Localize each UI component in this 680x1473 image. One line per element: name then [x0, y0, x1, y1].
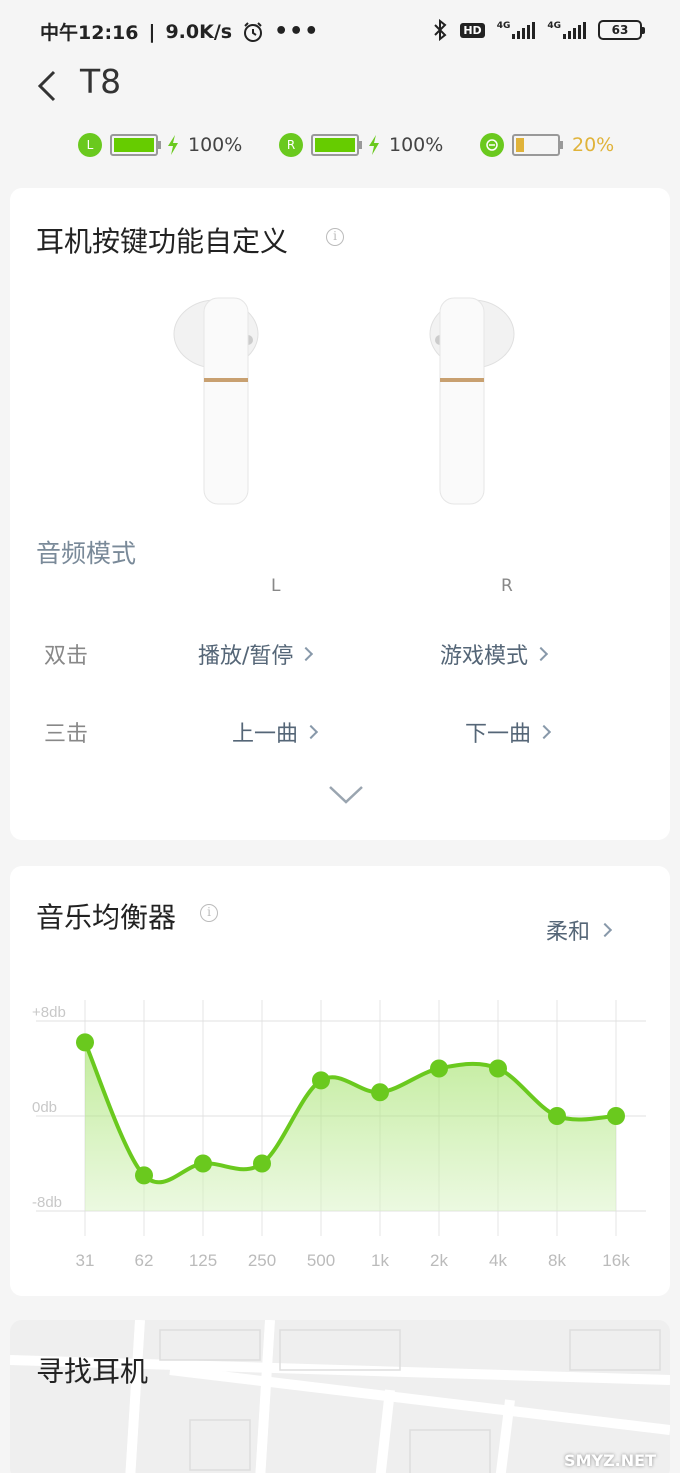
col-label-right: R — [501, 576, 513, 596]
x-tick-label: 2k — [430, 1251, 448, 1270]
chevron-down-icon[interactable] — [326, 782, 366, 806]
find-earbuds-card[interactable]: 寻找耳机 SMYZ.NET — [10, 1320, 670, 1473]
left-earbud-image — [173, 297, 259, 505]
status-bar: 中午12:16 | 9.0K/s ••• HD 4G 4G 63 — [0, 0, 680, 62]
battery-icon — [110, 134, 161, 156]
chevron-right-icon — [303, 724, 319, 740]
left-badge: L — [78, 133, 102, 157]
eq-point-4k[interactable] — [489, 1059, 507, 1078]
right-earbud-battery: R 100% — [279, 128, 443, 162]
audio-mode-title: 音频模式 — [36, 539, 137, 568]
alarm-icon — [244, 21, 263, 42]
x-tick-label: 1k — [371, 1251, 389, 1270]
watermark: SMYZ.NET — [564, 1451, 656, 1470]
header: T8 — [0, 62, 680, 112]
chevron-right-icon — [533, 646, 549, 662]
triple-tap-left-setting[interactable]: 上一曲 — [232, 716, 319, 748]
double-tap-left-setting[interactable]: 播放/暂停 — [198, 638, 314, 670]
row-label-double-tap: 双击 — [44, 644, 89, 669]
eq-point-1k[interactable] — [371, 1083, 389, 1102]
x-tick-label: 4k — [489, 1251, 507, 1270]
eq-area-fill — [85, 1042, 616, 1211]
status-time: 中午12:16 — [40, 22, 139, 44]
card-title: 寻找耳机 — [36, 1355, 149, 1388]
right-battery-percent: 100% — [389, 134, 444, 156]
eq-point-125[interactable] — [194, 1154, 212, 1173]
y-tick-label: 0db — [32, 1099, 57, 1116]
card-title: 耳机按键功能自定义 — [36, 225, 289, 258]
info-icon[interactable]: i — [326, 228, 344, 246]
status-left: 中午12:16 | 9.0K/s ••• — [40, 19, 320, 44]
equalizer-card: 音乐均衡器 i 柔和 +8db 0db -8db 31 62 125 250 500 1k 2k 4… — [10, 866, 670, 1296]
signal-icon-2: 4G — [547, 21, 586, 39]
battery-icon — [311, 134, 362, 156]
hd-badge: HD — [460, 22, 485, 38]
bluetooth-icon — [434, 19, 447, 41]
eq-point-250[interactable] — [253, 1154, 271, 1173]
eq-point-31[interactable] — [76, 1033, 94, 1052]
eq-point-2k[interactable] — [430, 1059, 448, 1078]
signal-icon-1: 4G — [497, 21, 536, 39]
left-earbud-battery: L 100% — [78, 128, 242, 162]
eq-point-8k[interactable] — [548, 1107, 566, 1125]
chevron-right-icon — [536, 724, 552, 740]
info-icon[interactable]: i — [200, 904, 218, 922]
y-tick-label: +8db — [32, 1004, 66, 1021]
right-badge: R — [279, 133, 303, 157]
phone-battery: 63 — [598, 20, 645, 40]
x-tick-label: 31 — [76, 1251, 95, 1270]
x-tick-label: 250 — [248, 1251, 276, 1270]
button-customization-card: 耳机按键功能自定义 i 音频模式 L R 双击 播放/暂停 游戏模式 三击 上一… — [10, 188, 670, 840]
chevron-right-icon — [597, 922, 613, 938]
left-battery-percent: 100% — [188, 134, 243, 156]
x-tick-label: 125 — [189, 1251, 217, 1270]
right-earbud-image — [429, 297, 515, 505]
eq-point-16k[interactable] — [607, 1107, 625, 1125]
more-dots-icon: ••• — [274, 19, 320, 44]
battery-row: L 100% R 100% 20% — [0, 128, 680, 162]
back-arrow-icon[interactable] — [34, 68, 64, 104]
double-tap-right-setting[interactable]: 游戏模式 — [440, 638, 549, 670]
case-battery-percent: 20% — [572, 134, 615, 156]
status-right: HD 4G 4G 63 — [432, 19, 645, 41]
card-title: 音乐均衡器 — [36, 901, 177, 934]
equalizer-chart[interactable]: +8db 0db -8db 31 62 125 250 500 1k 2k 4k 8k 16k — [10, 976, 670, 1286]
case-battery: 20% — [480, 128, 614, 162]
eq-preset-selector[interactable]: 柔和 — [546, 914, 613, 946]
eq-point-500[interactable] — [312, 1071, 330, 1090]
page-title: T8 — [80, 62, 122, 101]
y-tick-label: -8db — [32, 1194, 62, 1211]
battery-icon — [512, 134, 563, 156]
charging-bolt-icon — [369, 135, 379, 155]
col-label-left: L — [271, 576, 281, 596]
row-label-triple-tap: 三击 — [44, 722, 89, 747]
case-icon — [480, 133, 504, 157]
status-speed: 9.0K/s — [165, 20, 233, 43]
x-tick-label: 16k — [602, 1251, 630, 1270]
charging-bolt-icon — [168, 135, 178, 155]
chevron-right-icon — [299, 646, 314, 662]
x-tick-label: 8k — [548, 1251, 566, 1270]
eq-point-62[interactable] — [135, 1166, 153, 1185]
x-tick-label: 62 — [135, 1251, 154, 1270]
x-tick-label: 500 — [307, 1251, 335, 1270]
triple-tap-right-setting[interactable]: 下一曲 — [465, 716, 552, 748]
